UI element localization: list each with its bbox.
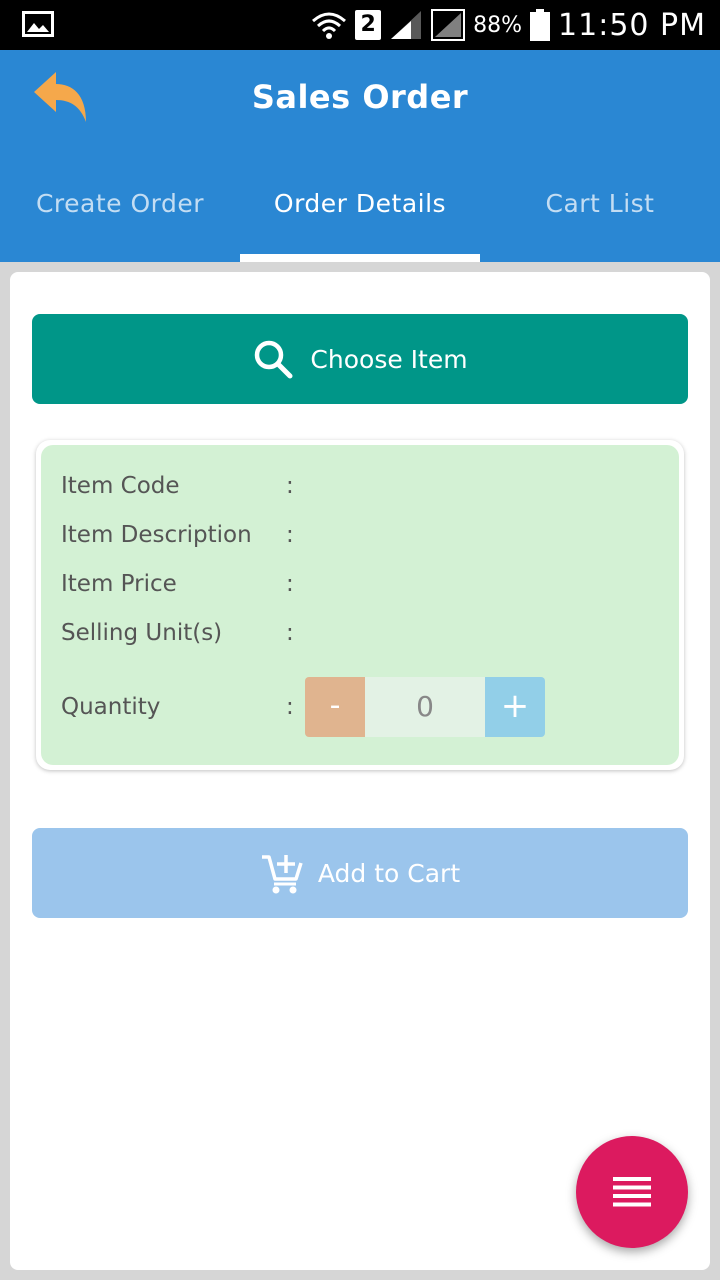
status-bar: 2 88% 11:50 PM [0,0,720,50]
tab-bar: Create Order Order Details Cart List [0,170,720,262]
selling-units-row: Selling Unit(s) : [61,613,661,653]
signal-roaming-icon [431,9,466,41]
quantity-separator: : [286,694,294,720]
item-price-label: Item Price [61,571,177,597]
quantity-value[interactable]: 0 [365,677,485,737]
menu-lines-icon [613,1177,651,1207]
quantity-decrease-button[interactable]: - [305,677,365,737]
content-card: Choose Item Item Code : Item Description… [10,272,710,1270]
page-title: Sales Order [251,78,469,116]
battery-icon [530,9,551,41]
battery-percent: 88% [473,12,523,38]
wifi-icon [312,12,347,39]
menu-fab-button[interactable] [576,1136,688,1248]
search-icon [255,340,293,379]
clock: 11:50 PM [558,7,706,43]
item-description-separator: : [286,522,294,548]
item-code-label: Item Code [61,473,180,499]
signal-icon [391,11,422,39]
item-price-separator: : [286,571,294,597]
selling-units-separator: : [286,620,294,646]
status-icons: 2 88% 11:50 PM [311,0,706,50]
item-code-separator: : [286,473,294,499]
item-price-row: Item Price : [61,564,661,604]
choose-item-label: Choose Item [310,344,468,374]
tab-create-order[interactable]: Create Order [0,170,240,262]
choose-item-button[interactable]: Choose Item [32,314,688,404]
item-description-row: Item Description : [61,515,661,555]
tab-cart-list[interactable]: Cart List [480,170,720,262]
quantity-stepper: - 0 + [305,677,545,737]
add-to-cart-button[interactable]: Add to Cart [32,828,688,918]
quantity-label: Quantity [61,694,161,720]
gallery-icon [22,11,54,37]
item-details-panel: Item Code : Item Description : Item Pric… [36,440,684,770]
selling-units-label: Selling Unit(s) [61,620,223,646]
item-description-label: Item Description [61,522,252,548]
sim-slot-badge: 2 [355,10,382,40]
add-to-cart-label: Add to Cart [317,858,461,888]
quantity-increase-button[interactable]: + [485,677,545,737]
tab-order-details[interactable]: Order Details [240,170,480,262]
item-details-body: Item Code : Item Description : Item Pric… [41,445,679,765]
app-bar: Sales Order Create Order Order Details C… [0,50,720,262]
item-code-row: Item Code : [61,466,661,506]
add-cart-icon [261,855,303,894]
